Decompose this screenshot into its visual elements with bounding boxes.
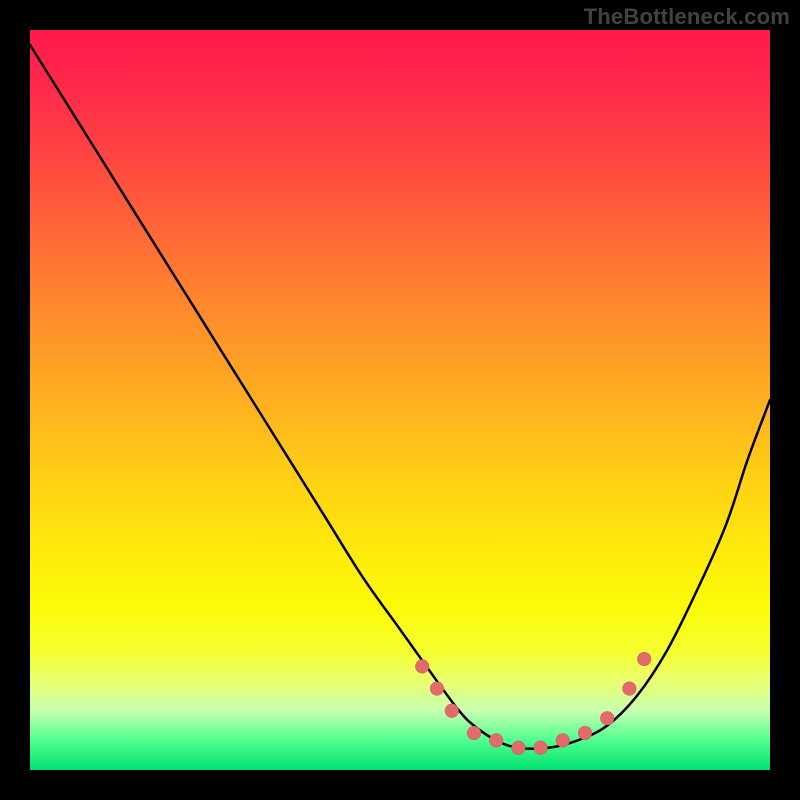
highlight-dot [467, 726, 481, 740]
highlight-dot [578, 726, 592, 740]
highlight-dot [430, 682, 444, 696]
highlight-dots-group [415, 652, 651, 755]
highlight-dot [534, 741, 548, 755]
highlight-dot [489, 733, 503, 747]
highlight-dot [600, 711, 614, 725]
highlight-dot [637, 652, 651, 666]
highlight-dot [622, 682, 636, 696]
highlight-dot [445, 704, 459, 718]
watermark: TheBottleneck.com [584, 4, 790, 30]
highlight-dot [556, 733, 570, 747]
bottleneck-curve [30, 45, 770, 749]
highlight-dot [511, 741, 525, 755]
chart-frame: TheBottleneck.com [0, 0, 800, 800]
curve-svg [30, 30, 770, 770]
plot-area [30, 30, 770, 770]
highlight-dot [415, 659, 429, 673]
